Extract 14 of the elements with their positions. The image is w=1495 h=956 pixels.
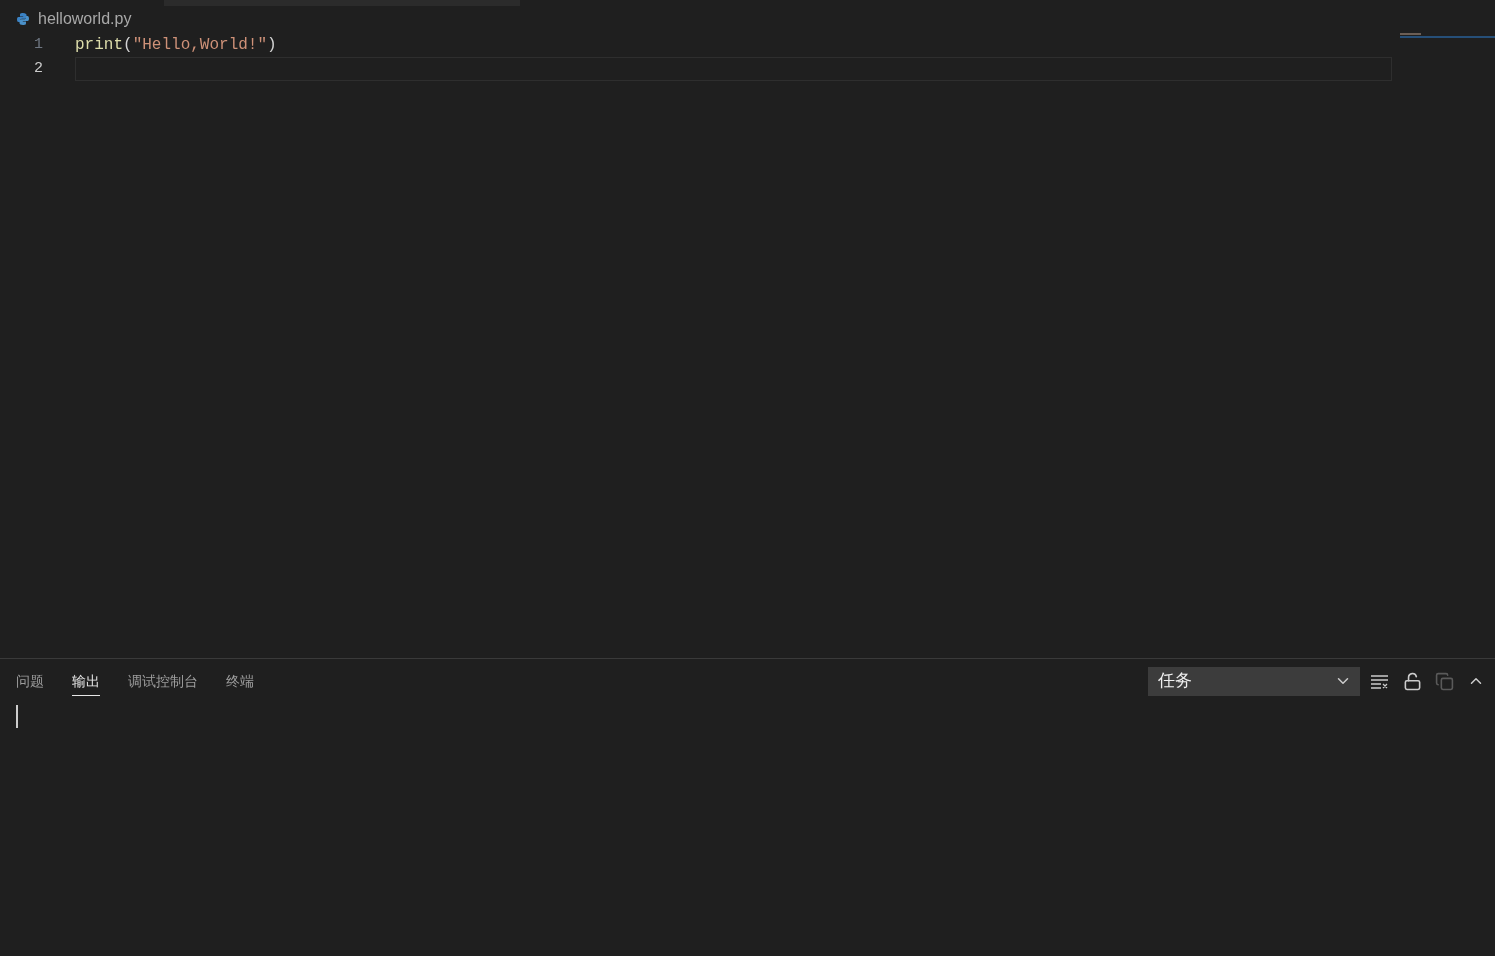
python-file-icon [16, 12, 30, 26]
panel-tab[interactable]: 问题 [16, 666, 44, 696]
breadcrumb-file[interactable]: helloworld.py [38, 7, 132, 31]
panel-tab[interactable]: 终端 [226, 666, 254, 696]
panel-tab[interactable]: 输出 [72, 666, 100, 696]
clear-output-icon[interactable] [1370, 673, 1390, 689]
channel-select[interactable]: 任务 [1148, 666, 1360, 696]
line-number: 2 [33, 58, 44, 79]
code-line: print("Hello,World!") [75, 35, 277, 56]
copy-icon[interactable] [1435, 671, 1454, 691]
text-cursor [16, 705, 18, 728]
lock-icon[interactable] [1403, 671, 1422, 691]
panel-tab[interactable]: 调试控制台 [128, 666, 198, 696]
line-number: 1 [33, 34, 44, 55]
